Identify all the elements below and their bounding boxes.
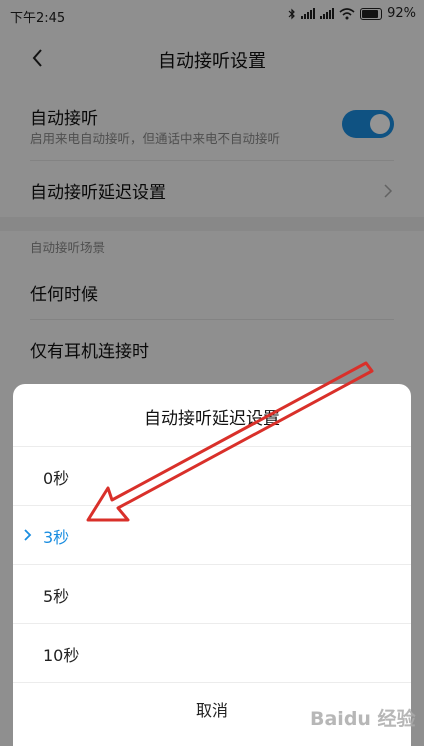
option-label: 3秒 — [43, 528, 70, 547]
option-label: 5秒 — [43, 587, 70, 606]
option-3s[interactable]: 3秒 — [13, 506, 411, 564]
watermark-logo: Baidu 经验 — [310, 708, 416, 730]
option-label: 10秒 — [43, 646, 80, 665]
divider — [13, 682, 411, 683]
dialog-title: 自动接听延迟设置 — [144, 409, 280, 429]
selected-chevron-icon — [24, 529, 32, 541]
option-0s[interactable]: 0秒 — [13, 447, 411, 505]
option-label: 0秒 — [43, 469, 70, 488]
option-10s[interactable]: 10秒 — [13, 624, 411, 682]
delay-dialog: 自动接听延迟设置 0秒 3秒 5秒 10秒 取消 — [13, 384, 411, 746]
option-5s[interactable]: 5秒 — [13, 565, 411, 623]
